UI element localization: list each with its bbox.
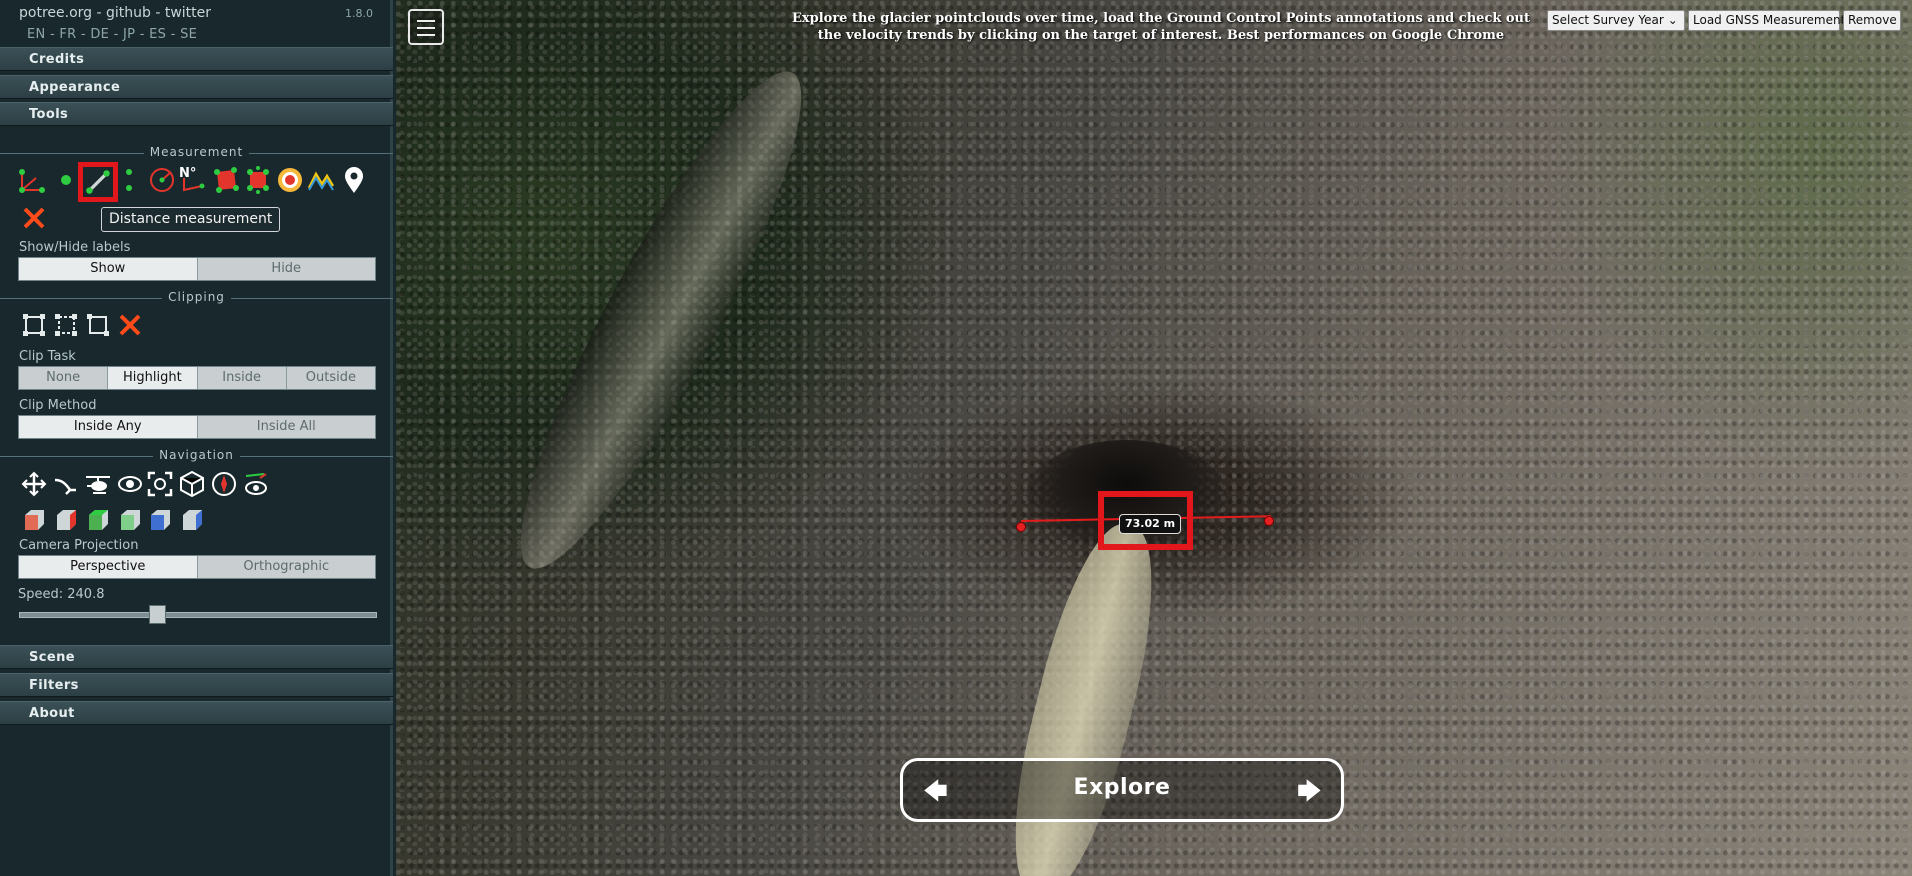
clip-method-inside-any[interactable]: Inside Any [19,416,198,438]
remove-clipping-icon[interactable] [116,311,144,339]
accordion-about[interactable]: About [0,701,393,725]
distance-tooltip: Distance measurement [101,207,281,232]
top-view-icon[interactable] [84,506,112,534]
instruction-banner: Explore the glacier pointclouds over tim… [791,11,1531,43]
camera-animation-icon[interactable] [242,470,270,498]
labels-title: Show/Hide labels [19,240,131,255]
accordion-tools[interactable]: Tools [0,102,393,126]
clip-task-none[interactable]: None [19,367,109,389]
clip-volume-icon[interactable] [20,311,48,339]
area-icon[interactable] [212,166,240,194]
left-view-icon[interactable] [20,506,48,534]
labels-toggle: Show Hide [18,257,376,281]
clip-screen-box-icon[interactable] [84,311,112,339]
sphere-volume-icon[interactable] [276,166,304,194]
remove-all-icon[interactable] [20,204,48,232]
perspective-button[interactable]: Perspective [19,556,198,578]
height-icon[interactable] [120,166,138,194]
speed-slider-track[interactable] [19,612,377,618]
measure-start-point[interactable] [1016,522,1026,532]
load-gnss-button[interactable]: Load GNSS Measurements [1688,10,1852,31]
accordion-credits[interactable]: Credits [0,47,393,71]
back-view-icon[interactable] [146,506,174,534]
clip-task-outside[interactable]: Outside [286,367,375,389]
clip-method-label: Clip Method [19,398,97,413]
circle-icon[interactable] [148,166,176,194]
bottom-view-icon[interactable] [116,506,144,534]
clip-task-inside[interactable]: Inside [197,367,287,389]
point-icon[interactable] [52,166,80,194]
measure-end-point[interactable] [1264,516,1274,526]
explore-title: Explore [1073,775,1171,800]
accordion-filters[interactable]: Filters [0,673,393,697]
clip-method-options: Inside Any Inside All [18,415,376,439]
azimuth-icon[interactable]: N° [178,164,206,192]
distance-label: 73.02 m [1119,514,1182,534]
helicopter-control-icon[interactable] [84,470,112,498]
sidebar: potree.org - github - twitter 1.8.0 EN -… [0,0,393,876]
distance-icon[interactable] [78,162,118,202]
hide-labels-button[interactable]: Hide [197,258,375,280]
clip-method-inside-all[interactable]: Inside All [197,416,375,438]
angle-icon[interactable] [18,166,46,194]
survey-year-select[interactable]: Select Survey Year [1547,10,1685,31]
earth-control-icon[interactable] [20,470,48,498]
remove-button[interactable]: Remove [1843,10,1901,31]
pointcloud-viewer[interactable]: Explore the glacier pointclouds over tim… [396,0,1912,876]
measurement-section-title: Measurement [0,145,393,159]
clip-polygon-icon[interactable] [52,311,80,339]
version-label: 1.8.0 [345,7,373,20]
camera-projection-options: Perspective Orthographic [18,555,376,579]
clip-task-highlight[interactable]: Highlight [108,367,198,389]
height-profile-icon[interactable] [307,166,335,194]
orthographic-button[interactable]: Orthographic [197,556,375,578]
front-view-icon[interactable] [52,506,80,534]
clip-task-options: None Highlight Inside Outside [18,366,376,390]
accordion-appearance[interactable]: Appearance [0,75,393,99]
compass-icon[interactable] [210,470,238,498]
fly-control-icon[interactable] [52,470,80,498]
speed-slider-thumb[interactable] [148,605,166,624]
explore-panel: 🡄 Explore 🡆 [900,758,1344,822]
show-labels-button[interactable]: Show [19,258,198,280]
header-links[interactable]: potree.org - github - twitter [19,5,211,21]
right-view-icon[interactable] [178,506,206,534]
navigation-section-title: Navigation [0,448,393,462]
potree-app: potree.org - github - twitter 1.8.0 EN -… [0,0,1912,876]
navcube-icon[interactable] [178,470,206,498]
annotation-icon[interactable] [340,166,368,194]
speed-label: Speed: 240.8 [18,587,105,602]
next-arrow-icon[interactable]: 🡆 [1297,777,1322,805]
orbit-control-icon[interactable] [116,470,144,498]
clipping-section-title: Clipping [0,290,393,304]
volume-icon[interactable] [244,166,272,194]
language-links[interactable]: EN - FR - DE - JP - ES - SE [27,27,197,42]
accordion-scene[interactable]: Scene [0,645,393,669]
clip-task-label: Clip Task [19,349,76,364]
menu-toggle-button[interactable] [408,9,444,45]
svg-text:N°: N° [179,166,196,181]
focus-icon[interactable] [146,470,174,498]
camera-projection-label: Camera Projection [19,538,139,553]
